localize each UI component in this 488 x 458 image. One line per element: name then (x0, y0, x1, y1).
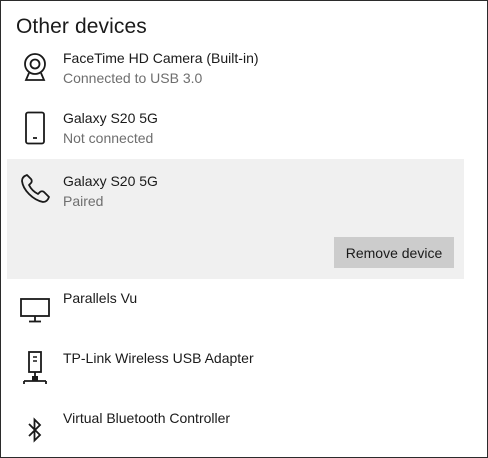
phone-icon (17, 110, 53, 146)
device-name: Virtual Bluetooth Controller (63, 410, 231, 426)
device-name: Galaxy S20 5G (63, 173, 158, 189)
network-adapter-icon (17, 350, 53, 386)
device-item-tp-link-adapter[interactable]: TP-Link Wireless USB Adapter (7, 344, 464, 402)
device-item-parallels-vu[interactable]: Parallels Vu (7, 284, 464, 342)
device-item-facetime-camera[interactable]: FaceTime HD Camera (Built-in) Connected … (7, 44, 464, 102)
bluetooth-icon (17, 412, 53, 448)
monitor-icon (17, 292, 53, 328)
phone-handset-icon (17, 171, 53, 207)
device-status: Not connected (63, 130, 154, 146)
device-name: Parallels Vu (63, 290, 138, 306)
webcam-icon (17, 50, 53, 86)
device-status: Connected to USB 3.0 (63, 70, 203, 86)
device-name: FaceTime HD Camera (Built-in) (63, 50, 259, 66)
device-item-galaxy-s20-not-connected[interactable]: Galaxy S20 5G Not connected (7, 104, 464, 162)
remove-device-button[interactable]: Remove device (334, 237, 454, 268)
device-status: Paired (63, 193, 104, 209)
section-title: Other devices (16, 15, 147, 38)
device-name: TP-Link Wireless USB Adapter (63, 350, 254, 366)
device-name: Galaxy S20 5G (63, 110, 158, 126)
device-item-virtual-bluetooth[interactable]: Virtual Bluetooth Controller (7, 404, 464, 457)
other-devices-panel: Other devices FaceTime HD Camera (Built-… (0, 0, 488, 458)
device-item-galaxy-s20-paired[interactable]: Galaxy S20 5G Paired Remove device (7, 159, 464, 279)
